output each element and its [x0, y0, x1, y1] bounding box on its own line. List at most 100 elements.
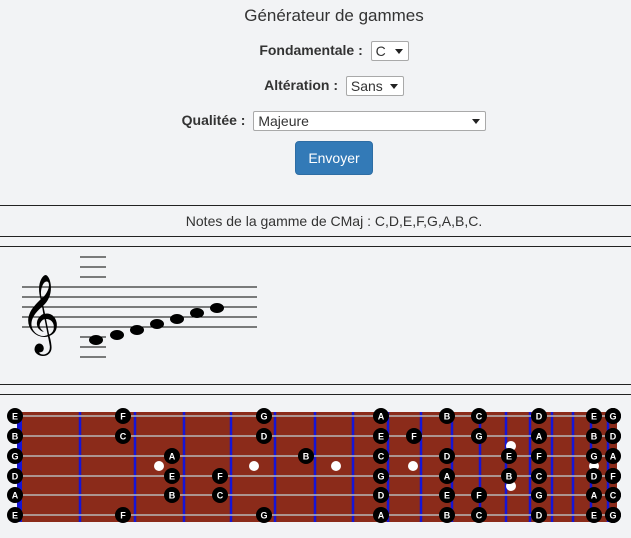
fretboard-note: D	[586, 468, 602, 484]
note-label: B	[506, 472, 513, 482]
fretboard-note: A	[531, 428, 547, 444]
fretboard-note: F	[406, 428, 422, 444]
guitar-fretboard: EFGABCDEFGBCDEFGABCDGABCDEFGADEFGABCDEFA…	[7, 408, 621, 523]
note-label: D	[536, 511, 543, 521]
note-b	[210, 303, 224, 313]
fretboard-note: E	[586, 507, 602, 523]
divider	[0, 246, 631, 247]
note-label: A	[536, 432, 543, 442]
note-label: B	[444, 412, 451, 422]
fretboard-note: G	[373, 468, 389, 484]
note-label: A	[591, 491, 598, 501]
alteration-label: Altération :	[264, 76, 338, 93]
note-label: C	[120, 432, 127, 442]
fretboard-note: A	[439, 468, 455, 484]
fretboard-note: D	[373, 487, 389, 503]
divider	[0, 384, 631, 385]
note-g	[170, 314, 184, 324]
note-label: E	[444, 491, 450, 501]
note-label: A	[378, 412, 385, 422]
note-label: C	[378, 452, 385, 462]
alteration-row: Altération : Sans	[0, 76, 631, 96]
note-label: F	[411, 432, 417, 442]
note-e	[130, 325, 144, 335]
note-label: B	[444, 511, 451, 521]
fretboard-note: G	[256, 408, 272, 424]
note-label: B	[591, 432, 598, 442]
note-label: B	[12, 432, 19, 442]
fretboard-note: A	[164, 448, 180, 464]
note-label: G	[609, 511, 616, 521]
note-label: D	[444, 452, 451, 462]
fretboard-note: B	[298, 448, 314, 464]
note-label: G	[535, 491, 542, 501]
chevron-down-icon	[472, 119, 481, 124]
root-select[interactable]: C	[370, 41, 409, 61]
fretboard-note: E	[373, 428, 389, 444]
fretboard-note: E	[7, 507, 23, 523]
alteration-select-value: Sans	[350, 78, 383, 94]
fretboard-note: B	[7, 428, 23, 444]
fretboard-note: C	[605, 487, 621, 503]
note-label: E	[378, 432, 384, 442]
fretboard-wood	[17, 412, 617, 522]
note-label: B	[169, 491, 176, 501]
fretboard-note: G	[256, 507, 272, 523]
fretboard-note: D	[531, 507, 547, 523]
fretboard-note: E	[439, 487, 455, 503]
fret-inlay-marker	[331, 461, 341, 471]
note-label: G	[260, 511, 267, 521]
quality-select-value: Majeure	[258, 113, 309, 129]
fretboard-note: B	[164, 487, 180, 503]
submit-button[interactable]: Envoyer	[295, 141, 373, 175]
note-d	[110, 330, 124, 340]
fretboard-note: G	[531, 487, 547, 503]
note-label: E	[12, 412, 18, 422]
note-label: A	[12, 491, 19, 501]
fretboard-note: C	[115, 428, 131, 444]
treble-clef-icon: 𝄞	[20, 274, 60, 356]
divider	[0, 236, 631, 237]
note-label: D	[378, 491, 385, 501]
note-f	[150, 319, 164, 329]
note-label: D	[610, 432, 617, 442]
note-label: C	[476, 511, 483, 521]
quality-row: Qualitée : Majeure	[0, 111, 631, 131]
fretboard-note: B	[439, 507, 455, 523]
note-label: A	[610, 452, 617, 462]
note-label: F	[120, 511, 126, 521]
note-label: F	[610, 472, 616, 482]
quality-select[interactable]: Majeure	[253, 111, 487, 131]
note-label: A	[444, 472, 451, 482]
fretboard-note: G	[605, 507, 621, 523]
fretboard-note: D	[439, 448, 455, 464]
fretboard-note: A	[586, 487, 602, 503]
note-label: A	[169, 452, 176, 462]
fretboard-note: F	[115, 408, 131, 424]
root-row: Fondamentale : C	[0, 41, 631, 61]
alteration-select[interactable]: Sans	[345, 76, 404, 96]
fretboard-note: G	[7, 448, 23, 464]
note-label: F	[476, 491, 482, 501]
note-label: D	[12, 472, 19, 482]
note-label: F	[536, 452, 542, 462]
quality-label: Qualitée :	[181, 111, 246, 128]
fretboard-note: D	[531, 408, 547, 424]
note-label: C	[536, 472, 543, 482]
fret-inlay-marker	[249, 461, 259, 471]
fretboard-note: F	[531, 448, 547, 464]
fretboard-note: F	[212, 468, 228, 484]
note-label: D	[261, 432, 268, 442]
fretboard-note: C	[373, 448, 389, 464]
note-label: C	[610, 491, 617, 501]
page-title: Générateur de gammes	[244, 6, 424, 25]
note-label: G	[377, 472, 384, 482]
scale-notes	[89, 303, 224, 345]
fretboard-note: A	[373, 408, 389, 424]
fretboard-note: C	[531, 468, 547, 484]
note-label: G	[11, 452, 18, 462]
fretboard-note: B	[501, 468, 517, 484]
fretboard-note: E	[7, 408, 23, 424]
fret-inlay-marker	[154, 461, 164, 471]
note-label: E	[169, 472, 175, 482]
